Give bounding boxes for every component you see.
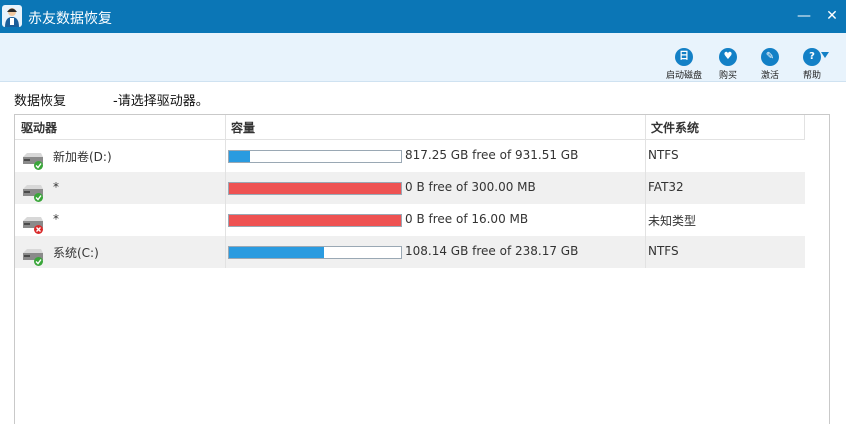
help-button[interactable]: ? 帮助 [787, 48, 837, 81]
hard-drive-icon [21, 149, 43, 170]
header-capacity[interactable]: 容量 [231, 119, 255, 136]
table-row[interactable]: * 0 B free of 300.00 MB FAT32 [15, 172, 805, 204]
help-label: 帮助 [802, 71, 821, 81]
table-row[interactable]: 新加卷(D:) 817.25 GB free of 931.51 GB NTFS [15, 140, 805, 172]
drive-name: * [53, 212, 59, 226]
filesystem-text: FAT32 [648, 180, 684, 194]
capacity-text: 0 B free of 300.00 MB [405, 180, 536, 194]
header-drive[interactable]: 驱动器 [21, 119, 57, 136]
boot-disk-icon: 日 [675, 48, 693, 66]
help-icon: ? [803, 48, 821, 66]
cart-icon: ♥ [719, 48, 737, 66]
capacity-bar-fill [229, 215, 401, 226]
drive-name: 新加卷(D:) [53, 150, 112, 164]
capacity-bar [228, 182, 402, 195]
filesystem-text: 未知类型 [648, 214, 697, 228]
app-logo-icon [2, 5, 22, 27]
drive-table: 驱动器 容量 文件系统 新加卷(D:) 817.25 GB free of 931… [14, 114, 830, 424]
boot-disk-label: 启动磁盘 [665, 71, 702, 81]
window-title: 赤友数据恢复 [28, 11, 112, 27]
capacity-bar [228, 150, 402, 163]
filesystem-text: NTFS [648, 148, 679, 162]
hard-drive-icon [21, 213, 43, 234]
capacity-text: 108.14 GB free of 238.17 GB [405, 244, 579, 258]
capacity-text: 817.25 GB free of 931.51 GB [405, 148, 579, 162]
select-drive-hint: -请选择驱动器。 [113, 94, 209, 109]
capacity-bar [228, 246, 402, 259]
capacity-bar-fill [229, 151, 250, 162]
capacity-bar-fill [229, 183, 401, 194]
capacity-bar [228, 214, 402, 227]
dropdown-caret-icon[interactable] [821, 52, 829, 58]
hard-drive-icon [21, 245, 43, 266]
key-icon: ✎ [761, 48, 779, 66]
capacity-bar-fill [229, 247, 324, 258]
table-row[interactable]: * 0 B free of 16.00 MB 未知类型 [15, 204, 805, 236]
minimize-button[interactable]: — [794, 6, 814, 26]
toolbar: 日 启动磁盘 ♥ 购买 ✎ 激活 ? 帮助 [0, 33, 846, 82]
close-button[interactable]: ✕ [822, 6, 842, 26]
hard-drive-icon [21, 181, 43, 202]
section-title: 数据恢复 [14, 94, 67, 109]
table-row[interactable]: 系统(C:) 108.14 GB free of 238.17 GB NTFS [15, 236, 805, 268]
filesystem-text: NTFS [648, 244, 679, 258]
capacity-text: 0 B free of 16.00 MB [405, 212, 529, 226]
drive-name: * [53, 180, 59, 194]
boot-disk-button[interactable]: 日 启动磁盘 [659, 48, 709, 81]
drive-name: 系统(C:) [53, 246, 99, 260]
title-bar: 赤友数据恢复 — ✕ [0, 0, 846, 33]
table-header: 驱动器 容量 文件系统 [15, 115, 805, 140]
header-filesystem[interactable]: 文件系统 [651, 119, 699, 136]
